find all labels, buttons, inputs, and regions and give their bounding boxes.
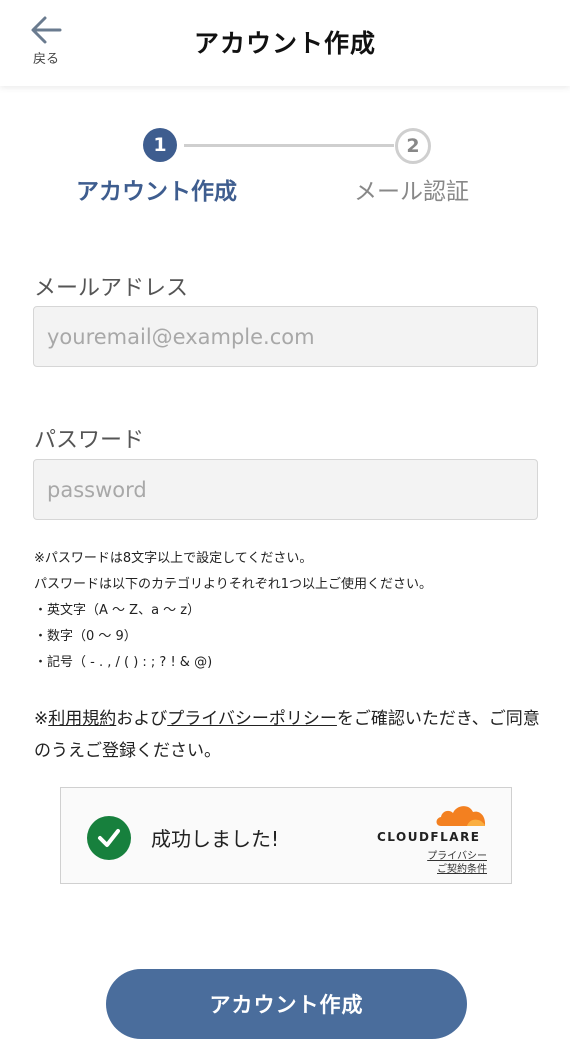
password-note: ・記号（ - . , / ( ) : ; ? ! & @) xyxy=(34,655,213,670)
terms-notice: ※利用規約およびプライバシーポリシーをご確認いただき、ご同意のうえご登録ください… xyxy=(34,703,544,767)
step-number: 2 xyxy=(395,128,431,164)
terms-prefix: ※ xyxy=(34,709,49,729)
terms-of-use-link[interactable]: 利用規約 xyxy=(48,709,116,729)
cloudflare-terms-link[interactable]: ご契約条件 xyxy=(427,863,487,876)
password-note: ・英文字（A ～ Z、a ～ z） xyxy=(34,603,201,618)
terms-middle: および xyxy=(116,709,168,729)
cloudflare-links: プライバシー ご契約条件 xyxy=(427,850,487,876)
cloudflare-cloud-icon xyxy=(436,806,486,826)
step-number: 1 xyxy=(143,128,177,162)
cloudflare-wordmark: CLOUDFLARE xyxy=(377,830,481,844)
password-input[interactable] xyxy=(33,459,538,520)
password-note: ※パスワードは8文字以上で設定してください。 xyxy=(34,551,313,566)
success-check-icon xyxy=(87,816,131,860)
create-account-button[interactable]: アカウント作成 xyxy=(106,969,467,1039)
progress-stepper: 1 アカウント作成 2 メール認証 xyxy=(0,124,570,214)
step-label: メール認証 xyxy=(354,179,469,205)
step-label: アカウント作成 xyxy=(76,179,237,205)
password-note: ・数字（0 ～ 9） xyxy=(34,629,137,644)
password-note: パスワードは以下のカテゴリよりそれぞれ1つ以上ご使用ください。 xyxy=(34,577,433,592)
page-title: アカウント作成 xyxy=(193,29,376,58)
cloudflare-turnstile-widget[interactable]: 成功しました! CLOUDFLARE プライバシー ご契約条件 xyxy=(60,787,512,884)
app-header: 戻る アカウント作成 xyxy=(0,0,570,86)
stepper-connector xyxy=(184,144,394,147)
email-label: メールアドレス xyxy=(34,276,189,301)
password-requirements: ※パスワードは8文字以上で設定してください。 パスワードは以下のカテゴリよりそれ… xyxy=(34,546,432,676)
cloudflare-privacy-link[interactable]: プライバシー xyxy=(427,850,487,863)
password-label: パスワード xyxy=(34,428,145,453)
verification-status: 成功しました! xyxy=(151,827,280,851)
email-input[interactable] xyxy=(33,306,538,367)
privacy-policy-link[interactable]: プライバシーポリシー xyxy=(167,709,337,729)
